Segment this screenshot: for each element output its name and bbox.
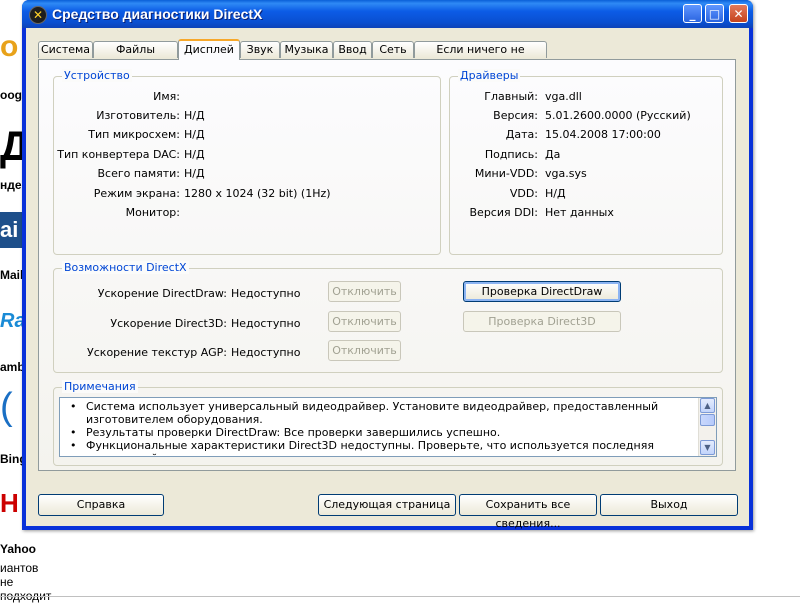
features-group-title: Возможности DirectX <box>62 261 189 274</box>
save-all-info-button[interactable]: Сохранить все сведения... <box>459 494 597 530</box>
tab-troubleshoot[interactable]: Если ничего не помогло <box>414 41 547 72</box>
device-group: Устройство Имя: Изготовитель: Н/Д Тип ми… <box>53 69 441 255</box>
title-bar[interactable]: ✕ Средство диагностики DirectX _ □ ✕ <box>22 0 753 28</box>
note-item: Функциональные характеристики Direct3D н… <box>60 439 694 456</box>
bg-fragment-rambler: amb <box>0 360 25 374</box>
bg-fragment-google: oog <box>0 88 22 102</box>
tab-sound[interactable]: Звук <box>240 41 280 58</box>
device-name-label: Имя: <box>153 90 180 103</box>
notes-group: Примечания Система использует универсаль… <box>53 380 723 466</box>
device-monitor-label: Монитор: <box>125 206 180 219</box>
directdraw-accel-label: Ускорение DirectDraw: <box>97 287 227 300</box>
notes-textbox[interactable]: Система использует универсальный видеодр… <box>59 397 717 457</box>
driver-ddi-label: Версия DDI: <box>469 206 539 219</box>
driver-mini-vdd-value: vga.sys <box>545 167 587 180</box>
tab-input[interactable]: Ввод <box>333 41 372 58</box>
driver-date-value: 15.04.2008 17:00:00 <box>545 128 661 141</box>
device-manufacturer-value: Н/Д <box>184 109 205 122</box>
device-dac-label: Тип конвертера DAC: <box>57 148 180 161</box>
logo-fragment-n: ( <box>0 386 13 428</box>
disable-directdraw-button[interactable]: Отключить <box>328 281 401 302</box>
logo-fragment-ai: ai <box>0 212 22 248</box>
directdraw-accel-value: Недоступно <box>231 287 301 300</box>
driver-main-label: Главный: <box>484 90 538 103</box>
exit-button[interactable]: Выход <box>600 494 738 516</box>
device-manufacturer-label: Изготовитель: <box>96 109 180 122</box>
drivers-group-title: Драйверы <box>458 69 521 82</box>
directx-features-group: Возможности DirectX Ускорение DirectDraw… <box>53 261 723 373</box>
disable-direct3d-button[interactable]: Отключить <box>328 311 401 332</box>
driver-ddi-value: Нет данных <box>545 206 614 219</box>
direct3d-accel-value: Недоступно <box>231 317 301 330</box>
scroll-up-icon[interactable]: ▲ <box>700 398 715 413</box>
test-directdraw-button[interactable]: Проверка DirectDraw <box>463 281 621 302</box>
close-button[interactable]: ✕ <box>729 4 748 23</box>
notes-scrollbar[interactable]: ▲ ▼ <box>698 398 716 456</box>
tab-music[interactable]: Музыка <box>280 41 333 58</box>
driver-signed-value: Да <box>545 148 561 161</box>
logo-fragment-h: H <box>0 488 19 518</box>
driver-vdd-label: VDD: <box>509 187 538 200</box>
driver-main-value: vga.dll <box>545 90 582 103</box>
window-client-area: Система Файлы DirectX Дисплей Звук Музык… <box>26 28 749 530</box>
minimize-button[interactable]: _ <box>683 4 702 23</box>
device-memory-value: Н/Д <box>184 167 205 180</box>
test-direct3d-button[interactable]: Проверка Direct3D <box>463 311 621 332</box>
next-page-button[interactable]: Следующая страница <box>318 494 456 516</box>
driver-version-value: 5.01.2600.0000 (Русский) <box>545 109 691 122</box>
device-chip-type-value: Н/Д <box>184 128 205 141</box>
display-tab-panel: Устройство Имя: Изготовитель: Н/Д Тип ми… <box>38 59 736 471</box>
bg-divider <box>0 596 800 597</box>
driver-version-label: Версия: <box>493 109 538 122</box>
driver-mini-vdd-label: Мини-VDD: <box>474 167 538 180</box>
device-chip-type-label: Тип микросхем: <box>88 128 180 141</box>
notes-list: Система использует универсальный видеодр… <box>60 398 716 456</box>
bg-fragment-yandex: нде <box>0 178 22 192</box>
directx-icon: ✕ <box>29 6 47 24</box>
device-display-mode-value: 1280 x 1024 (32 bit) (1Hz) <box>184 187 331 200</box>
directx-diagnostic-window: ✕ Средство диагностики DirectX _ □ ✕ Сис… <box>22 0 753 530</box>
device-group-title: Устройство <box>62 69 132 82</box>
device-memory-label: Всего памяти: <box>97 167 180 180</box>
driver-vdd-value: Н/Д <box>545 187 566 200</box>
note-item: Результаты проверки DirectDraw: Все пров… <box>60 426 694 439</box>
logo-fragment-o: o <box>0 30 18 63</box>
agp-accel-value: Недоступно <box>231 346 301 359</box>
note-item: Система использует универсальный видеодр… <box>60 400 694 426</box>
maximize-button[interactable]: □ <box>705 4 724 23</box>
bg-yahoo-label: Yahoo <box>0 542 37 556</box>
agp-accel-label: Ускорение текстур AGP: <box>87 346 227 359</box>
scroll-down-icon[interactable]: ▼ <box>700 440 715 455</box>
driver-signed-label: Подпись: <box>484 148 538 161</box>
scroll-thumb[interactable] <box>700 414 715 426</box>
tab-display[interactable]: Дисплей <box>178 39 240 60</box>
device-dac-value: Н/Д <box>184 148 205 161</box>
tab-system[interactable]: Система <box>38 41 93 58</box>
driver-date-label: Дата: <box>505 128 538 141</box>
tab-directx-files[interactable]: Файлы DirectX <box>93 41 178 72</box>
disable-agp-button[interactable]: Отключить <box>328 340 401 361</box>
tab-network[interactable]: Сеть <box>372 41 414 58</box>
device-display-mode-label: Режим экрана: <box>93 187 180 200</box>
drivers-group: Драйверы Главный: vga.dll Версия: 5.01.2… <box>449 69 723 255</box>
direct3d-accel-label: Ускорение Direct3D: <box>110 317 227 330</box>
window-title: Средство диагностики DirectX <box>52 6 263 22</box>
notes-group-title: Примечания <box>62 380 138 393</box>
help-button[interactable]: Справка <box>38 494 164 516</box>
